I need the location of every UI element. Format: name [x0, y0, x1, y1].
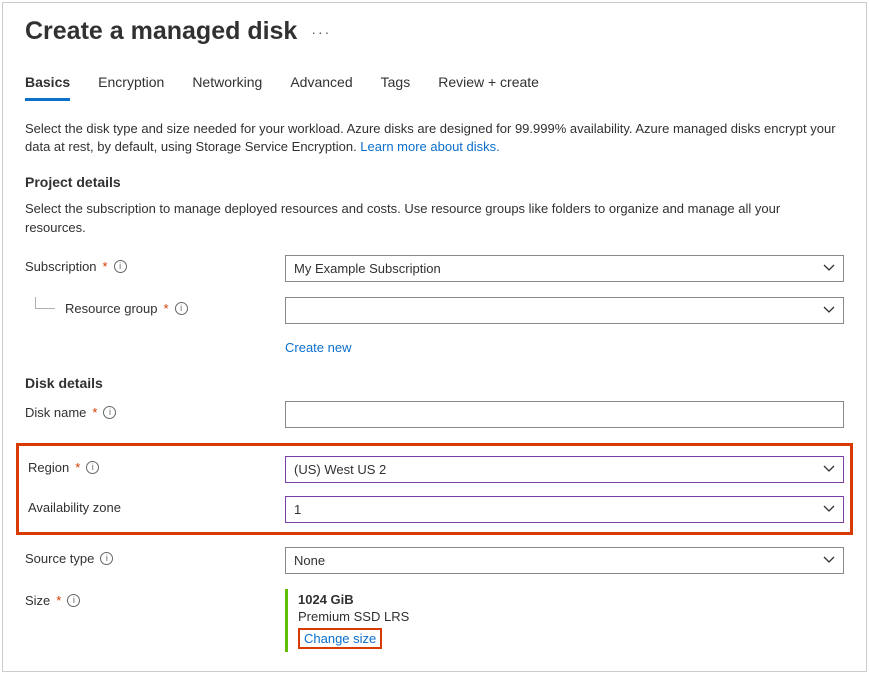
disk-name-input[interactable]: [285, 401, 844, 428]
chevron-down-icon: [823, 304, 835, 316]
subscription-select[interactable]: My Example Subscription: [285, 255, 844, 282]
create-new-rg-link[interactable]: Create new: [285, 340, 351, 355]
required-mark: *: [56, 593, 61, 608]
resource-group-label: Resource group: [65, 301, 158, 316]
availability-zone-select[interactable]: 1: [285, 496, 844, 523]
subscription-value: My Example Subscription: [294, 261, 441, 276]
more-actions-button[interactable]: ···: [311, 24, 331, 40]
source-type-value: None: [294, 553, 325, 568]
size-label: Size: [25, 593, 50, 608]
subscription-label: Subscription: [25, 259, 97, 274]
required-mark: *: [164, 301, 169, 316]
tab-bar: Basics Encryption Networking Advanced Ta…: [25, 74, 844, 102]
disk-details-heading: Disk details: [25, 375, 844, 391]
info-icon[interactable]: i: [175, 302, 188, 315]
region-label: Region: [28, 460, 69, 475]
info-icon[interactable]: i: [100, 552, 113, 565]
source-type-label: Source type: [25, 551, 94, 566]
info-icon[interactable]: i: [86, 461, 99, 474]
intro-text: Select the disk type and size needed for…: [25, 120, 844, 156]
region-select[interactable]: (US) West US 2: [285, 456, 844, 483]
chevron-down-icon: [823, 503, 835, 515]
info-icon[interactable]: i: [103, 406, 116, 419]
resource-group-select[interactable]: [285, 297, 844, 324]
tab-basics[interactable]: Basics: [25, 74, 70, 101]
availability-zone-value: 1: [294, 502, 301, 517]
info-icon[interactable]: i: [114, 260, 127, 273]
chevron-down-icon: [823, 554, 835, 566]
region-az-highlight: Region * i (US) West US 2 Availability z…: [16, 443, 853, 535]
availability-zone-label: Availability zone: [28, 500, 121, 515]
size-summary: 1024 GiB Premium SSD LRS Change size: [285, 589, 844, 652]
size-tier: Premium SSD LRS: [298, 609, 844, 624]
source-type-select[interactable]: None: [285, 547, 844, 574]
tab-review-create[interactable]: Review + create: [438, 74, 539, 101]
chevron-down-icon: [823, 463, 835, 475]
required-mark: *: [75, 460, 80, 475]
chevron-down-icon: [823, 262, 835, 274]
tab-tags[interactable]: Tags: [381, 74, 411, 101]
tree-connector: [35, 297, 55, 309]
required-mark: *: [103, 259, 108, 274]
change-size-link[interactable]: Change size: [298, 628, 382, 649]
project-details-sub: Select the subscription to manage deploy…: [25, 200, 844, 236]
required-mark: *: [92, 405, 97, 420]
disk-name-label: Disk name: [25, 405, 86, 420]
tab-encryption[interactable]: Encryption: [98, 74, 164, 101]
tab-networking[interactable]: Networking: [192, 74, 262, 101]
region-value: (US) West US 2: [294, 462, 386, 477]
page-title: Create a managed disk: [25, 17, 297, 46]
size-value: 1024 GiB: [298, 592, 844, 607]
tab-advanced[interactable]: Advanced: [290, 74, 352, 101]
info-icon[interactable]: i: [67, 594, 80, 607]
learn-more-link[interactable]: Learn more about disks.: [360, 139, 499, 154]
project-details-heading: Project details: [25, 174, 844, 190]
